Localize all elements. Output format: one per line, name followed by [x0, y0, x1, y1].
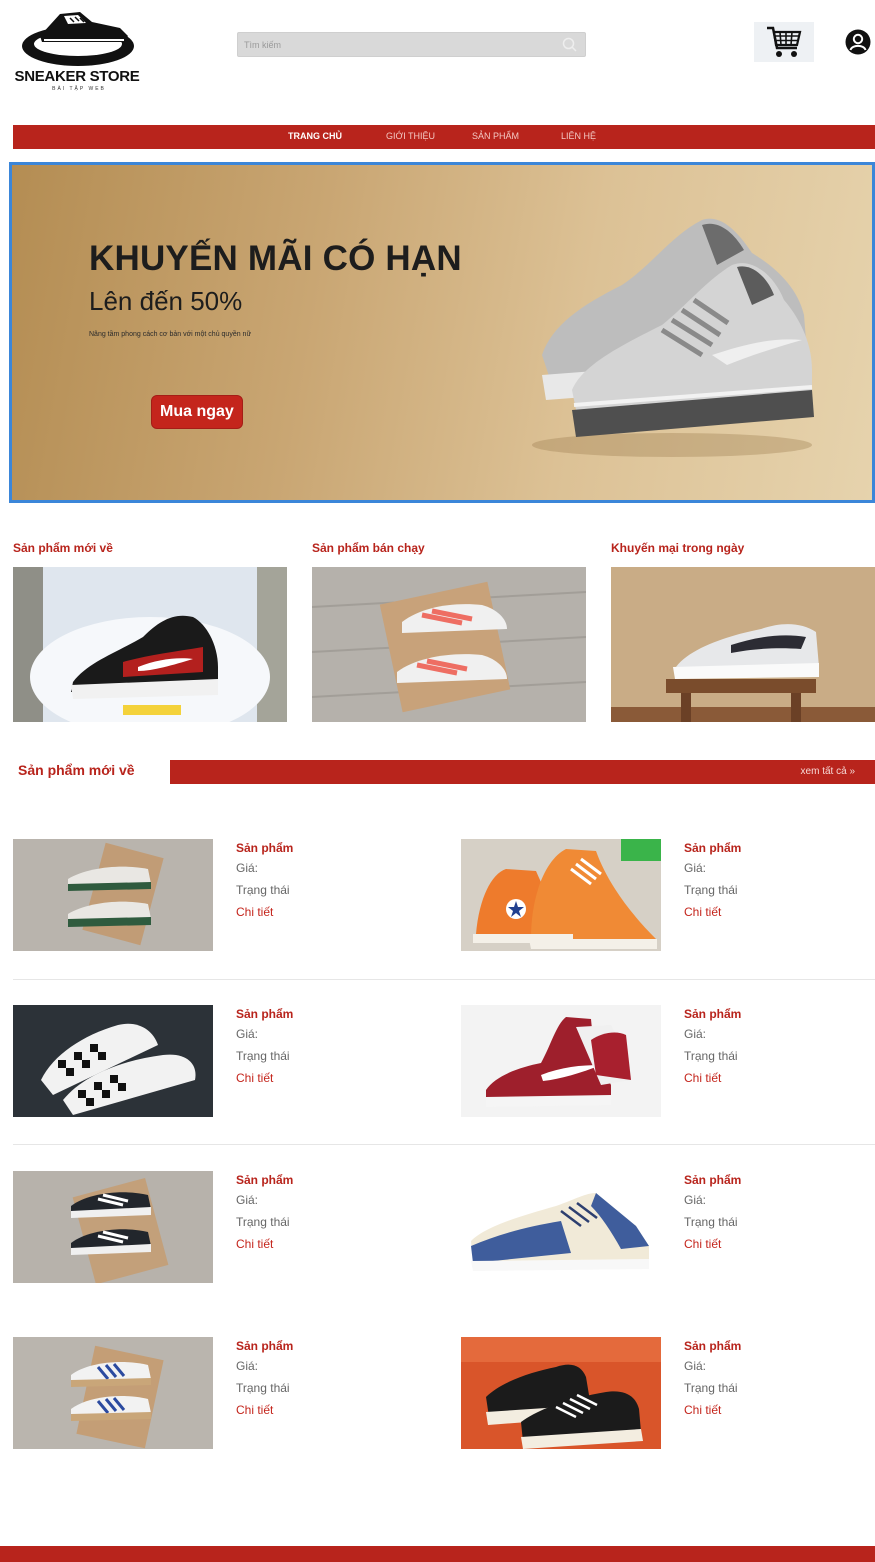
- user-icon: [845, 29, 871, 55]
- nav-item-home[interactable]: TRANG CHỦ: [288, 131, 342, 141]
- search-bar: [237, 32, 586, 57]
- product-info: Sản phẩm Giá: Trạng thái Chi tiết: [236, 839, 293, 923]
- product-price: Giá:: [236, 1193, 259, 1207]
- product-detail-link[interactable]: Chi tiết: [236, 901, 293, 923]
- product-card[interactable]: Sản phẩm Giá: Trạng thái Chi tiết: [461, 1337, 875, 1452]
- product-price: Giá:: [684, 1027, 707, 1041]
- buy-now-button[interactable]: Mua ngay: [151, 395, 243, 429]
- banner-title: KHUYẾN MÃI CÓ HẠN: [89, 239, 462, 278]
- product-image[interactable]: [461, 1171, 661, 1283]
- product-status: Trạng thái: [684, 883, 738, 897]
- category-image-daily-deal[interactable]: [611, 567, 875, 722]
- cart-button[interactable]: [754, 22, 814, 62]
- product-name[interactable]: Sản phẩm: [684, 839, 741, 857]
- product-image[interactable]: [13, 1337, 213, 1449]
- nav-item-about[interactable]: GIỚI THIỆU: [386, 131, 435, 141]
- banner-subtitle: Lên đến 50%: [89, 286, 243, 316]
- row-divider: [13, 1144, 875, 1145]
- category-image-new[interactable]: [13, 567, 287, 722]
- product-name[interactable]: Sản phẩm: [236, 839, 293, 857]
- product-name[interactable]: Sản phẩm: [236, 1171, 293, 1189]
- product-card[interactable]: Sản phẩm Giá: Trạng thái Chi tiết: [461, 1171, 875, 1286]
- section-title: Sản phẩm mới về: [18, 762, 135, 778]
- row-divider: [13, 979, 875, 980]
- product-detail-link[interactable]: Chi tiết: [684, 1233, 741, 1255]
- product-name[interactable]: Sản phẩm: [236, 1005, 293, 1023]
- product-card[interactable]: Sản phẩm Giá: Trạng thái Chi tiết: [461, 1005, 875, 1120]
- category-image-bestseller[interactable]: [312, 567, 586, 722]
- product-card[interactable]: Sản phẩm Giá: Trạng thái Chi tiết: [13, 1337, 433, 1452]
- view-all-link[interactable]: xem tất cả »: [801, 766, 855, 777]
- product-price: Giá:: [684, 861, 707, 875]
- promo-banner: KHUYẾN MÃI CÓ HẠN Lên đến 50% Nâng tầm p…: [9, 162, 875, 503]
- logo-subtitle: BÀI TẬP WEB: [52, 86, 106, 92]
- product-image[interactable]: [13, 839, 213, 951]
- product-status: Trạng thái: [236, 883, 290, 897]
- product-price: Giá:: [236, 1359, 259, 1373]
- product-card[interactable]: Sản phẩm Giá: Trạng thái Chi tiết: [13, 1005, 433, 1120]
- cart-icon: [767, 26, 802, 57]
- footer-bar: [0, 1546, 875, 1562]
- product-card[interactable]: Sản phẩm Giá: Trạng thái Chi tiết: [461, 839, 875, 954]
- product-status: Trạng thái: [684, 1381, 738, 1395]
- product-price: Giá:: [684, 1359, 707, 1373]
- product-status: Trạng thái: [684, 1049, 738, 1063]
- nav-item-contact[interactable]: LIÊN HỆ: [561, 131, 596, 141]
- nav-item-products[interactable]: SẢN PHẨM: [472, 131, 519, 141]
- product-image[interactable]: [461, 839, 661, 951]
- product-price: Giá:: [684, 1193, 707, 1207]
- product-detail-link[interactable]: Chi tiết: [236, 1399, 293, 1421]
- product-status: Trạng thái: [236, 1049, 290, 1063]
- product-name[interactable]: Sản phẩm: [684, 1171, 741, 1189]
- product-status: Trạng thái: [236, 1215, 290, 1229]
- search-icon: [562, 37, 577, 52]
- banner-description: Nâng tầm phong cách cơ bản với một chủ q…: [89, 331, 252, 338]
- product-image[interactable]: [461, 1005, 661, 1117]
- product-image[interactable]: [13, 1005, 213, 1117]
- search-button[interactable]: [561, 36, 579, 54]
- product-info: Sản phẩm Giá: Trạng thái Chi tiết: [684, 1171, 741, 1255]
- banner-shoes-image: [532, 218, 814, 457]
- product-name[interactable]: Sản phẩm: [684, 1337, 741, 1355]
- store-logo[interactable]: SNEAKER STORE BÀI TẬP WEB: [12, 6, 142, 96]
- product-status: Trạng thái: [236, 1381, 290, 1395]
- search-input[interactable]: [238, 33, 548, 56]
- product-image[interactable]: [13, 1171, 213, 1283]
- product-status: Trạng thái: [684, 1215, 738, 1229]
- product-detail-link[interactable]: Chi tiết: [684, 901, 741, 923]
- product-detail-link[interactable]: Chi tiết: [236, 1233, 293, 1255]
- product-info: Sản phẩm Giá: Trạng thái Chi tiết: [236, 1337, 293, 1421]
- category-title-new[interactable]: Sản phẩm mới về: [13, 541, 113, 555]
- product-detail-link[interactable]: Chi tiết: [684, 1067, 741, 1089]
- sneaker-logo-icon: [22, 12, 134, 66]
- product-info: Sản phẩm Giá: Trạng thái Chi tiết: [684, 1337, 741, 1421]
- product-price: Giá:: [236, 1027, 259, 1041]
- user-account-button[interactable]: [845, 29, 871, 55]
- product-name[interactable]: Sản phẩm: [236, 1337, 293, 1355]
- category-title-bestseller[interactable]: Sản phẩm bán chạy: [312, 541, 425, 555]
- section-header-bar: xem tất cả »: [170, 760, 875, 784]
- product-price: Giá:: [236, 861, 259, 875]
- product-info: Sản phẩm Giá: Trạng thái Chi tiết: [684, 1005, 741, 1089]
- main-nav: TRANG CHỦ GIỚI THIỆU SẢN PHẨM LIÊN HỆ: [13, 125, 875, 149]
- category-title-daily-deal[interactable]: Khuyến mại trong ngày: [611, 541, 744, 555]
- product-info: Sản phẩm Giá: Trạng thái Chi tiết: [684, 839, 741, 923]
- product-image[interactable]: [461, 1337, 661, 1449]
- logo-text: SNEAKER STORE: [14, 68, 140, 85]
- product-info: Sản phẩm Giá: Trạng thái Chi tiết: [236, 1171, 293, 1255]
- product-card[interactable]: Sản phẩm Giá: Trạng thái Chi tiết: [13, 1171, 433, 1286]
- product-detail-link[interactable]: Chi tiết: [684, 1399, 741, 1421]
- product-card[interactable]: Sản phẩm Giá: Trạng thái Chi tiết: [13, 839, 433, 954]
- product-info: Sản phẩm Giá: Trạng thái Chi tiết: [236, 1005, 293, 1089]
- product-detail-link[interactable]: Chi tiết: [236, 1067, 293, 1089]
- product-name[interactable]: Sản phẩm: [684, 1005, 741, 1023]
